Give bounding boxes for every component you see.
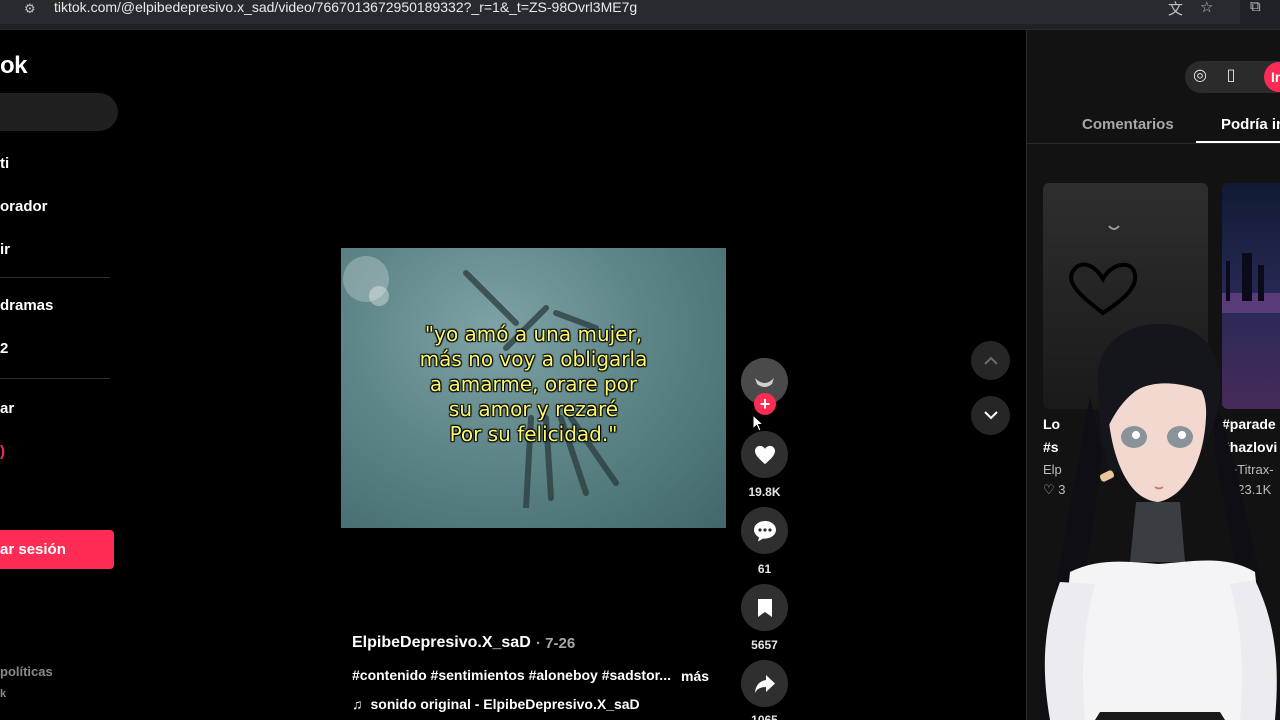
video-date: · 7-26 xyxy=(536,635,576,652)
share-arrow-icon xyxy=(754,674,775,693)
comment-icon xyxy=(753,520,776,541)
share-count: 1065 xyxy=(751,713,778,720)
sidebar-item-seguir[interactable]: ir xyxy=(0,241,10,258)
follow-button[interactable]: + xyxy=(754,393,776,415)
vtuber-avatar-overlay xyxy=(1040,323,1280,720)
like-button[interactable] xyxy=(741,431,788,478)
share-button[interactable] xyxy=(741,660,788,707)
site-settings-icon[interactable]: ⚙ xyxy=(24,2,40,16)
sidebar-item-explorar[interactable]: orador xyxy=(0,198,48,215)
sound-link[interactable]: ♫ sonido original - ElpibeDepresivo.X_saD xyxy=(352,696,640,712)
video-overlay-text: "yo amó a una mujer, más no voy a obliga… xyxy=(419,322,648,446)
tiktok-app-icon[interactable]: ◎ xyxy=(1185,61,1215,91)
phone-icon[interactable]: ▯ xyxy=(1216,61,1246,91)
heart-icon xyxy=(754,445,775,464)
caption-more-link[interactable]: más xyxy=(681,668,709,684)
previous-video-button[interactable] xyxy=(971,341,1010,380)
tab-comentarios[interactable]: Comentarios xyxy=(1082,116,1174,133)
sidebar-divider xyxy=(0,277,110,278)
comment-count: 61 xyxy=(757,562,772,576)
sidebar-divider xyxy=(0,378,110,379)
sidebar-item-more[interactable]: ) xyxy=(0,443,5,460)
footer-copyright: k xyxy=(0,688,7,700)
video-player[interactable]: "yo amó a una mujer, más no voy a obliga… xyxy=(341,248,726,528)
comment-button[interactable] xyxy=(741,507,788,554)
chevron-up-icon xyxy=(983,356,998,365)
sidebar-item-para-ti[interactable]: ti xyxy=(0,155,9,172)
tabs-divider xyxy=(1027,143,1280,144)
music-note-icon: ♫ xyxy=(352,696,363,712)
search-input[interactable] xyxy=(0,93,118,131)
video-bubble xyxy=(369,286,389,306)
sound-label: sonido original - ElpibeDepresivo.X_saD xyxy=(370,696,640,712)
chevron-down-icon xyxy=(983,411,998,420)
login-button[interactable]: ar sesión xyxy=(0,530,114,569)
like-count: 19.8K xyxy=(748,485,781,499)
browser-address-bar: ⚙ tiktok.com/@elpibedepresivo.x_sad/vide… xyxy=(0,0,1280,30)
extensions-icon[interactable]: ⧉ xyxy=(1250,0,1261,15)
sidebar-item-dramas[interactable]: dramas xyxy=(0,297,53,314)
active-tab-indicator xyxy=(1196,141,1280,143)
sidebar-item-live[interactable]: 2 xyxy=(0,340,8,357)
save-button[interactable] xyxy=(741,584,788,631)
video-caption: #contenido #sentimientos #aloneboy #sads… xyxy=(352,667,671,683)
save-count: 5657 xyxy=(751,638,778,652)
bookmark-star-icon[interactable]: ☆ xyxy=(1200,0,1213,16)
footer-policies-link[interactable]: políticas xyxy=(0,664,53,679)
tiktok-logo[interactable]: ok xyxy=(0,52,28,80)
translate-icon[interactable]: 文 xyxy=(1168,0,1183,19)
tab-podria-interesarte[interactable]: Podría in xyxy=(1221,116,1280,133)
bookmark-icon xyxy=(757,598,772,617)
next-video-button[interactable] xyxy=(971,396,1010,435)
mouse-cursor-icon xyxy=(752,414,764,432)
url-text[interactable]: tiktok.com/@elpibedepresivo.x_sad/video/… xyxy=(54,0,637,15)
sidebar-item-cargar[interactable]: ar xyxy=(0,400,14,417)
video-author[interactable]: ElpibeDepresivo.X_saD xyxy=(352,634,531,652)
